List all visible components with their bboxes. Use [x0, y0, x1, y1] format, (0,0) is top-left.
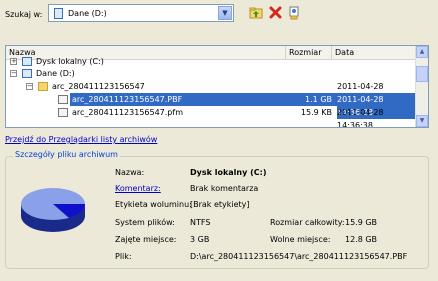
name-value: Dysk lokalny (C:) [190, 168, 267, 177]
collapse-icon[interactable]: − [10, 70, 17, 77]
filesystem-label: System plików: [115, 218, 175, 227]
tree-row-name: arc_280411123156547.pfm [72, 108, 183, 117]
drive-icon [22, 69, 32, 78]
disk-usage-pie-chart [21, 188, 86, 232]
folder-up-icon[interactable] [249, 5, 264, 20]
file-path-label: Plik: [115, 252, 132, 261]
tree-row-name: arc_280411123156547 [52, 82, 145, 91]
free-space-label: Wolne miejsce: [270, 235, 331, 244]
tree-row-size: 1.1 GB [286, 93, 332, 106]
look-in-label: Szukaj w: [5, 10, 43, 19]
chevron-down-icon[interactable]: ▼ [218, 6, 232, 20]
tree-row-date: 2011-04-28 14:36:38 [337, 108, 384, 128]
tree-row-pbf-file[interactable]: arc_280411123156547.PBF 1.1 GB 2011-04-2… [6, 93, 419, 119]
look-in-value: Dane (D:) [68, 9, 107, 18]
tree-row-archive-folder[interactable]: − arc_280411123156547 2011-04-28 14:36:3… [6, 80, 417, 104]
expand-icon[interactable]: + [10, 58, 17, 65]
delete-icon[interactable] [268, 5, 283, 20]
collapse-icon[interactable]: − [26, 83, 33, 90]
filesystem-value: NTFS [190, 218, 211, 227]
archive-tree-list[interactable]: Nazwa Rozmiar Data + Dysk lokalny (C:) −… [5, 45, 429, 128]
name-label: Nazwa: [115, 168, 145, 177]
scroll-thumb[interactable] [416, 66, 428, 82]
drive-icon [54, 8, 63, 19]
look-in-dropdown[interactable]: Dane (D:) ▼ [48, 4, 234, 22]
comment-value: Brak komentarza [190, 184, 259, 193]
tree-row-name: arc_280411123156547.PBF [70, 93, 185, 106]
used-space-label: Zajęte miejsce: [115, 235, 177, 244]
drive-icon [22, 57, 32, 66]
file-path-value: D:\arc_280411123156547\arc_2804111231565… [190, 252, 408, 261]
new-folder-icon[interactable] [287, 5, 302, 20]
tree-row-name: Dane (D:) [36, 69, 75, 78]
total-size-value: 15.9 GB [345, 218, 378, 227]
archive-details-title: Szczegóły pliku archiwum [13, 150, 120, 159]
volume-label-value: [Brak etykiety] [190, 200, 250, 209]
archive-browser-link[interactable]: Przejdź do Przeglądarki listy archiwów [5, 135, 157, 144]
folder-icon [38, 82, 48, 91]
file-icon [58, 108, 68, 117]
total-size-label: Rozmiar całkowity: [270, 218, 345, 227]
tree-row-pfm-file[interactable]: arc_280411123156547.pfm 15.9 KB 2011-04-… [6, 106, 417, 127]
scroll-up-icon[interactable]: ▲ [416, 46, 428, 58]
used-space-value: 3 GB [190, 235, 210, 244]
tree-row-drive-d[interactable]: − Dane (D:) [6, 67, 417, 80]
volume-label-label: Etykieta woluminu: [115, 200, 192, 209]
tree-row-size: 15.9 KB [300, 108, 332, 117]
scroll-down-icon[interactable]: ▼ [416, 115, 428, 127]
archive-file-icon [58, 95, 68, 104]
comment-link[interactable]: Komentarz: [115, 184, 161, 193]
vertical-scrollbar[interactable]: ▲ ▼ [415, 46, 428, 127]
free-space-value: 12.8 GB [345, 235, 378, 244]
